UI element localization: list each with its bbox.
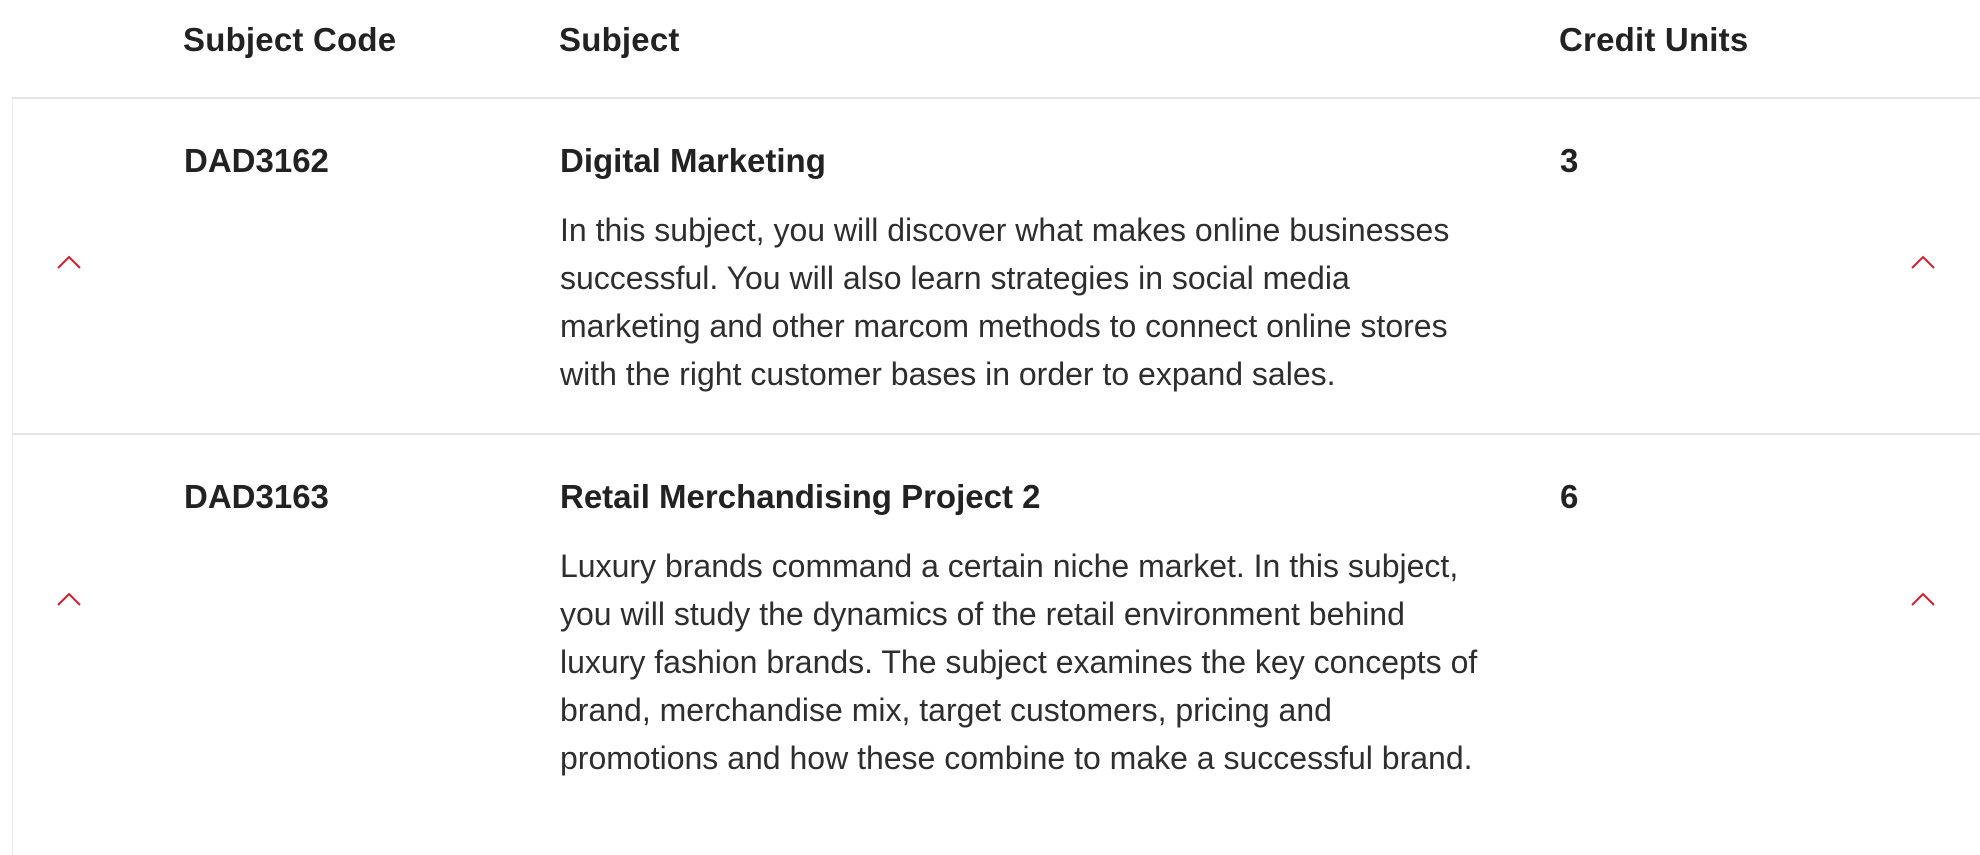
chevron-up-icon[interactable] (1911, 255, 1935, 269)
subject-title: Digital Marketing (560, 142, 826, 179)
header-subject: Subject (559, 21, 680, 58)
credit-units: 3 (1560, 142, 1579, 179)
table-row[interactable]: DAD3163 Retail Merchandising Project 2 6… (12, 435, 1980, 855)
table-row[interactable]: DAD3162 Digital Marketing 3 In this subj… (12, 99, 1980, 435)
subject-description: Luxury brands command a certain niche ma… (560, 548, 1478, 776)
chevron-up-icon[interactable] (1911, 592, 1935, 606)
subject-title: Retail Merchandising Project 2 (560, 478, 1041, 515)
subject-description: In this subject, you will discover what … (560, 212, 1450, 392)
chevron-up-icon[interactable] (57, 255, 81, 269)
credit-units: 6 (1560, 478, 1579, 515)
header-credit-units: Credit Units (1559, 21, 1749, 58)
header-subject-code: Subject Code (183, 21, 397, 58)
subjects-table: Subject Code Subject Credit Units DAD316… (12, 0, 1980, 855)
subject-code: DAD3163 (184, 478, 329, 515)
subject-code: DAD3162 (184, 142, 329, 179)
chevron-up-icon[interactable] (57, 592, 81, 606)
table-header: Subject Code Subject Credit Units (12, 0, 1980, 99)
